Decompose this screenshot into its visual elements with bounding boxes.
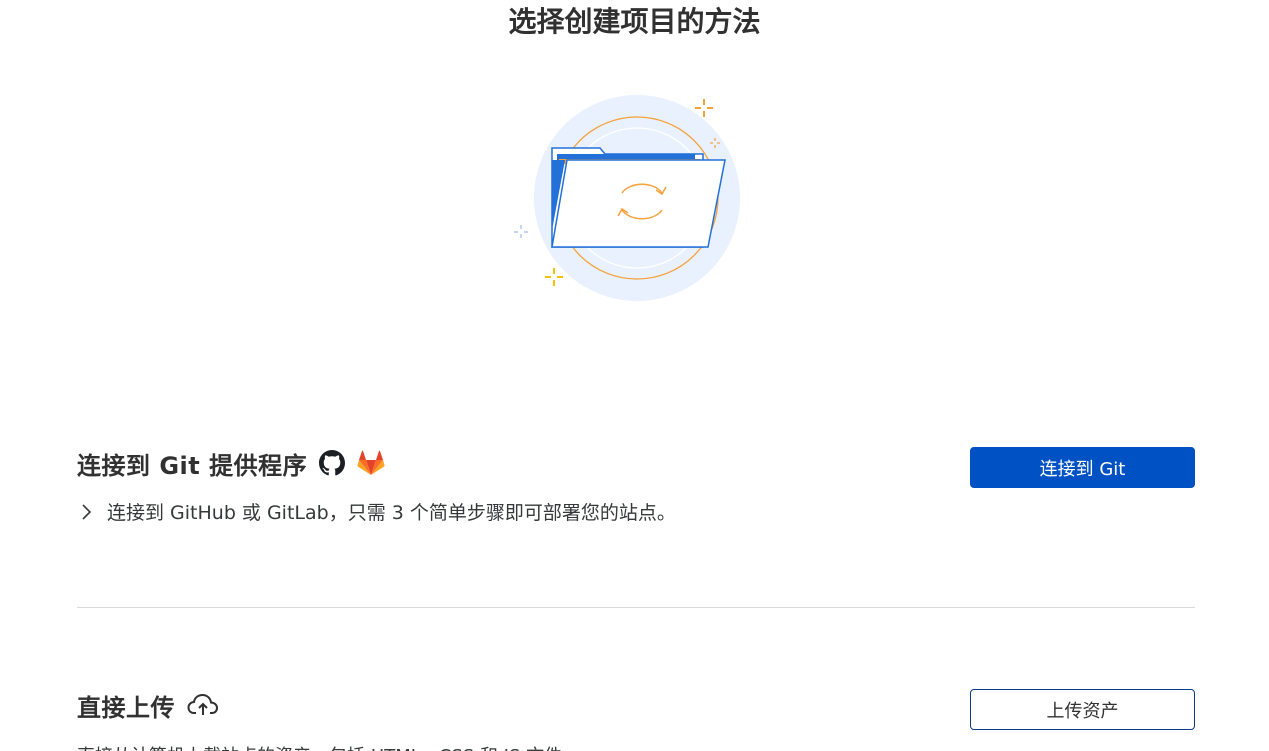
cloud-upload-icon bbox=[187, 693, 219, 717]
upload-assets-button[interactable]: 上传资产 bbox=[970, 689, 1195, 730]
upload-section-title: 直接上传 bbox=[77, 693, 175, 722]
folder-sync-icon bbox=[514, 95, 740, 301]
git-section-title: 连接到 Git 提供程序 bbox=[77, 451, 308, 480]
chevron-right-icon[interactable] bbox=[77, 502, 97, 522]
page: 选择创建项目的方法 连接到 Git 提供程序 连接到 GitHub 或 GitL… bbox=[0, 0, 1269, 751]
section-divider bbox=[77, 607, 1195, 608]
git-description: 连接到 GitHub 或 GitLab，只需 3 个简单步骤即可部署您的站点。 bbox=[107, 502, 676, 524]
git-description-row[interactable]: 连接到 GitHub 或 GitLab，只需 3 个简单步骤即可部署您的站点。 bbox=[77, 498, 1195, 525]
git-provider-section: 连接到 Git 提供程序 连接到 GitHub 或 GitLab，只需 3 个简… bbox=[77, 444, 1195, 525]
gitlab-icon bbox=[357, 450, 385, 476]
folder-sync-illustration bbox=[505, 90, 755, 310]
direct-upload-section: 直接上传 直接从计算机上载站点的资产，包括 HTML、CSS 和 JS 文件。 … bbox=[77, 686, 1195, 751]
upload-description: 直接从计算机上载站点的资产，包括 HTML、CSS 和 JS 文件。 bbox=[77, 742, 580, 751]
github-icon bbox=[319, 450, 346, 476]
connect-git-button[interactable]: 连接到 Git bbox=[970, 447, 1195, 488]
page-title: 选择创建项目的方法 bbox=[508, 5, 761, 38]
